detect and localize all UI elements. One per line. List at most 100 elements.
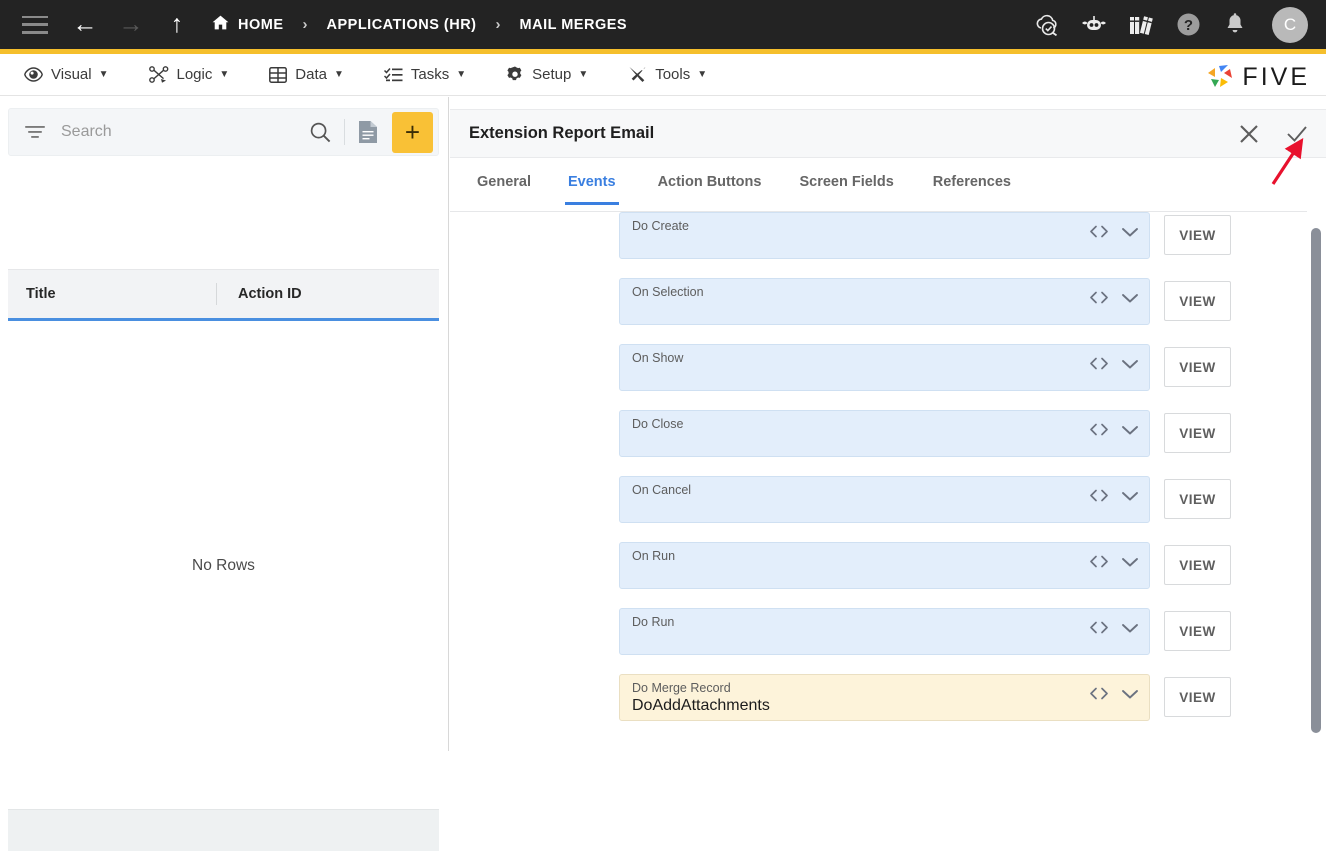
view-button[interactable]: VIEW bbox=[1164, 347, 1231, 387]
event-label: Do Create bbox=[632, 219, 689, 233]
chevron-down-icon[interactable] bbox=[1121, 688, 1139, 700]
tab-events[interactable]: Events bbox=[565, 158, 619, 205]
tab-general[interactable]: General bbox=[474, 158, 534, 205]
confirm-button[interactable] bbox=[1284, 121, 1310, 147]
view-button[interactable]: VIEW bbox=[1164, 611, 1231, 651]
tab-label-events: Events bbox=[568, 174, 616, 190]
event-row: On Run VIEW bbox=[450, 542, 1326, 589]
code-icon[interactable] bbox=[1089, 357, 1109, 370]
event-row: Do Create VIEW bbox=[450, 212, 1326, 259]
arrow-left-icon[interactable]: ← bbox=[64, 10, 106, 40]
close-icon[interactable] bbox=[1236, 121, 1262, 147]
chevron-down-icon[interactable] bbox=[1121, 292, 1139, 304]
event-row: Do Run VIEW bbox=[450, 608, 1326, 655]
view-button[interactable]: VIEW bbox=[1164, 479, 1231, 519]
tab-references[interactable]: References bbox=[930, 158, 1014, 205]
chevron-down-icon: ▼ bbox=[219, 69, 229, 80]
code-icon[interactable] bbox=[1089, 621, 1109, 634]
tab-label-general: General bbox=[477, 174, 531, 190]
view-button[interactable]: VIEW bbox=[1164, 215, 1231, 255]
cloud-check-icon[interactable] bbox=[1033, 11, 1061, 39]
events-list: Do Create VIEW On Selection VIEW On Show VIEW… bbox=[450, 212, 1326, 755]
chevron-down-icon[interactable] bbox=[1121, 424, 1139, 436]
chevron-down-icon: ▼ bbox=[456, 69, 466, 80]
panel-header: Extension Report Email bbox=[450, 109, 1326, 158]
event-field[interactable]: Do Close bbox=[619, 410, 1150, 457]
view-button[interactable]: VIEW bbox=[1164, 281, 1231, 321]
code-icon[interactable] bbox=[1089, 291, 1109, 304]
library-books-icon[interactable] bbox=[1127, 11, 1155, 39]
breadcrumb-item-home[interactable]: HOME bbox=[212, 15, 284, 34]
code-icon[interactable] bbox=[1089, 225, 1109, 238]
robot-icon[interactable] bbox=[1080, 11, 1108, 39]
breadcrumb-item-mail-merges[interactable]: MAIL MERGES bbox=[520, 17, 628, 33]
event-row: On Show VIEW bbox=[450, 344, 1326, 391]
search-icon[interactable] bbox=[310, 122, 331, 143]
table-icon bbox=[269, 67, 287, 83]
arrow-right-icon[interactable]: → bbox=[110, 10, 152, 40]
arrow-up-icon[interactable]: ↑ bbox=[156, 10, 198, 40]
view-button[interactable]: VIEW bbox=[1164, 677, 1231, 717]
event-row: On Selection VIEW bbox=[450, 278, 1326, 325]
filter-icon[interactable] bbox=[25, 125, 45, 139]
breadcrumb-separator: › bbox=[303, 16, 308, 33]
add-button[interactable]: + bbox=[392, 112, 433, 153]
grid-footer bbox=[8, 809, 439, 851]
menu-item-data[interactable]: Data ▼ bbox=[262, 54, 351, 96]
chevron-down-icon[interactable] bbox=[1121, 358, 1139, 370]
tab-action-buttons[interactable]: Action Buttons bbox=[655, 158, 765, 205]
grid-body: No Rows bbox=[8, 321, 439, 615]
breadcrumb-separator: › bbox=[496, 16, 501, 33]
menu-item-visual[interactable]: Visual ▼ bbox=[17, 54, 116, 96]
menu-item-logic[interactable]: Logic ▼ bbox=[142, 54, 237, 96]
document-icon[interactable] bbox=[358, 120, 378, 144]
event-field[interactable]: On Show bbox=[619, 344, 1150, 391]
view-button[interactable]: VIEW bbox=[1164, 413, 1231, 453]
event-field-icons bbox=[1089, 621, 1139, 634]
breadcrumb-item-applications[interactable]: APPLICATIONS (HR) bbox=[327, 17, 477, 33]
event-label: Do Close bbox=[632, 417, 683, 431]
search-bar: + bbox=[8, 108, 439, 156]
menu-item-tools[interactable]: Tools ▼ bbox=[621, 54, 714, 96]
event-field[interactable]: Do Merge RecordDoAddAttachments bbox=[619, 674, 1150, 721]
chevron-down-icon[interactable] bbox=[1121, 226, 1139, 238]
code-icon[interactable] bbox=[1089, 489, 1109, 502]
tab-label-references: References bbox=[933, 174, 1011, 190]
code-icon[interactable] bbox=[1089, 687, 1109, 700]
column-header-title[interactable]: Title bbox=[26, 286, 216, 302]
vertical-scrollbar[interactable] bbox=[1307, 209, 1326, 755]
chevron-down-icon[interactable] bbox=[1121, 556, 1139, 568]
events-rows: Do Create VIEW On Selection VIEW On Show VIEW… bbox=[450, 212, 1326, 740]
event-label: Do Merge Record bbox=[632, 681, 731, 695]
event-field[interactable]: Do Run bbox=[619, 608, 1150, 655]
chevron-down-icon[interactable] bbox=[1121, 622, 1139, 634]
grid-header-row: Title Action ID bbox=[8, 269, 439, 321]
tab-screen-fields[interactable]: Screen Fields bbox=[796, 158, 896, 205]
menu-item-setup[interactable]: Setup ▼ bbox=[499, 54, 595, 96]
event-label: On Run bbox=[632, 549, 675, 563]
hamburger-icon[interactable] bbox=[22, 16, 48, 34]
event-field[interactable]: On Selection bbox=[619, 278, 1150, 325]
menu-label-visual: Visual bbox=[51, 66, 92, 83]
search-input[interactable] bbox=[61, 123, 310, 141]
code-icon[interactable] bbox=[1089, 555, 1109, 568]
bell-icon[interactable] bbox=[1221, 11, 1249, 39]
breadcrumb-label-applications: APPLICATIONS (HR) bbox=[327, 17, 477, 33]
event-row: On Cancel VIEW bbox=[450, 476, 1326, 523]
view-button[interactable]: VIEW bbox=[1164, 545, 1231, 585]
top-bar-actions: ? C bbox=[1033, 0, 1308, 49]
event-field[interactable]: On Cancel bbox=[619, 476, 1150, 523]
scrollbar-thumb[interactable] bbox=[1311, 228, 1321, 733]
column-header-action-id[interactable]: Action ID bbox=[238, 286, 302, 302]
chevron-down-icon[interactable] bbox=[1121, 490, 1139, 502]
avatar[interactable]: C bbox=[1272, 7, 1308, 43]
flow-icon bbox=[149, 66, 169, 83]
panel-actions bbox=[1236, 121, 1310, 147]
event-field[interactable]: On Run bbox=[619, 542, 1150, 589]
menu-item-tasks[interactable]: Tasks ▼ bbox=[377, 54, 473, 96]
help-icon[interactable]: ? bbox=[1174, 11, 1202, 39]
menu-label-tasks: Tasks bbox=[411, 66, 449, 83]
event-field[interactable]: Do Create bbox=[619, 212, 1150, 259]
column-divider[interactable] bbox=[216, 283, 217, 305]
code-icon[interactable] bbox=[1089, 423, 1109, 436]
